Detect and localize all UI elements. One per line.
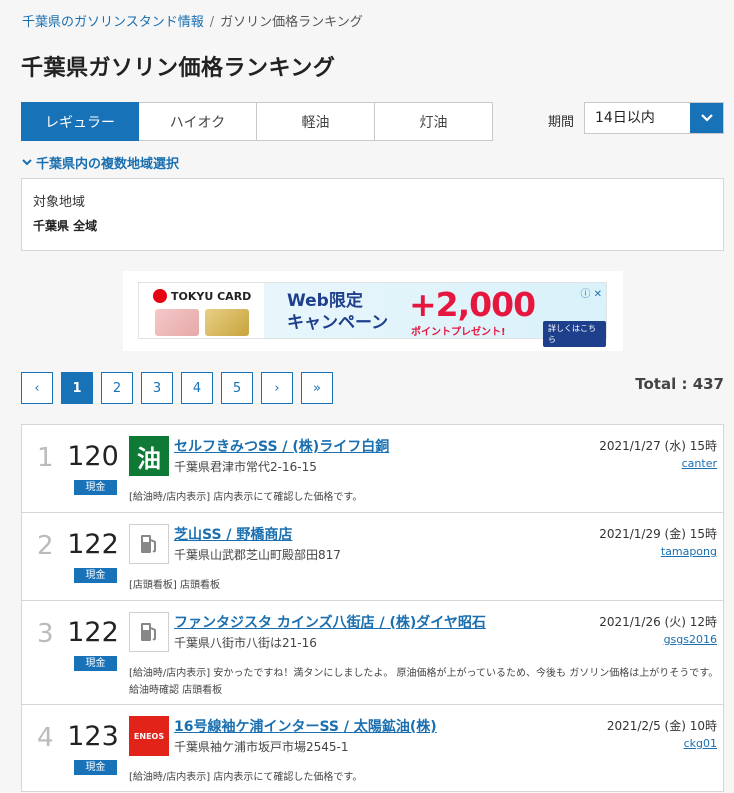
report-date: 2021/1/26 (火) 12時 bbox=[599, 615, 717, 629]
station-address: 千葉県八街市八街は21-16 bbox=[174, 636, 317, 650]
ad-headline-1: Web限定 bbox=[287, 291, 363, 311]
payment-badge: 現金 bbox=[74, 568, 117, 583]
report-date: 2021/2/5 (金) 10時 bbox=[606, 719, 717, 733]
station-ranking-list: 1 120 現金 油 セルフきみつSS / (株)ライフ白銅 千葉県君津市常代2… bbox=[21, 424, 724, 792]
credit-card-icon bbox=[155, 309, 199, 336]
fuel-pump-icon bbox=[129, 524, 169, 564]
price-note: [給油時/店内表示] 店内表示にて確認した価格です。 bbox=[129, 492, 363, 503]
payment-badge: 現金 bbox=[74, 760, 117, 775]
station-name-link[interactable]: 16号線袖ケ浦インターSS / 太陽鉱油(株) bbox=[174, 716, 437, 736]
period-select[interactable]: 14日以内 bbox=[584, 102, 724, 134]
breadcrumb: 千葉県のガソリンスタンド情報 / ガソリン価格ランキング bbox=[22, 11, 363, 30]
price-note: [給油時/店内表示] 安かったですね！満タンにしましたよ。 原油価格が上がってい… bbox=[129, 668, 719, 696]
ad-close-icon[interactable]: ⓘ ✕ bbox=[580, 285, 602, 300]
ad-brand-text: TOKYU CARD bbox=[171, 289, 252, 303]
period-label: 期間 bbox=[548, 115, 575, 130]
price-value: 123 bbox=[67, 721, 119, 752]
price-note: [給油時/店内表示] 店内表示にて確認した価格です。 bbox=[129, 772, 363, 783]
pagination-last-button[interactable]: » bbox=[301, 372, 333, 404]
pagination-next-button[interactable]: › bbox=[261, 372, 293, 404]
station-address: 千葉県袖ケ浦市坂戸市場2545-1 bbox=[174, 740, 349, 754]
pagination-page-4[interactable]: 4 bbox=[181, 372, 213, 404]
tab-kerosene[interactable]: 灯油 bbox=[375, 102, 493, 141]
period-dropdown-button[interactable] bbox=[690, 103, 723, 133]
breadcrumb-current: ガソリン価格ランキング bbox=[220, 15, 363, 30]
pagination-page-2[interactable]: 2 bbox=[101, 372, 133, 404]
payment-badge: 現金 bbox=[74, 656, 117, 671]
station-address: 千葉県山武郡芝山町殿部田817 bbox=[174, 548, 341, 562]
reporter-user-link[interactable]: ckg01 bbox=[684, 737, 717, 750]
rank-number: 3 bbox=[37, 619, 54, 649]
reporter-user-link[interactable]: tamapong bbox=[661, 545, 717, 558]
region-toggle-label: 千葉県内の複数地域選択 bbox=[36, 157, 180, 172]
pagination-page-5[interactable]: 5 bbox=[221, 372, 253, 404]
tab-regular[interactable]: レギュラー bbox=[21, 102, 139, 141]
station-name-link[interactable]: セルフきみつSS / (株)ライフ白銅 bbox=[174, 436, 389, 456]
period-select-value: 14日以内 bbox=[595, 110, 655, 126]
page-title: 千葉県ガソリン価格ランキング bbox=[21, 56, 336, 81]
ad-headline: Web限定 キャンペーン bbox=[287, 290, 388, 334]
tab-high-octane[interactable]: ハイオク bbox=[139, 102, 257, 141]
logo-text: ENEOS bbox=[133, 731, 165, 741]
breadcrumb-separator: / bbox=[209, 15, 215, 30]
region-box: 対象地域 千葉県 全域 bbox=[21, 178, 724, 251]
chevron-down-icon bbox=[22, 159, 32, 166]
ad-detail-button[interactable]: 詳しくはこちら bbox=[543, 321, 606, 347]
fuel-type-tabs: レギュラー ハイオク 軽油 灯油 bbox=[21, 102, 493, 141]
price-value: 120 bbox=[67, 441, 119, 472]
station-name-link[interactable]: 芝山SS / 野橋商店 bbox=[174, 524, 292, 544]
region-box-label: 対象地域 bbox=[33, 195, 86, 210]
region-value: 千葉県 全域 bbox=[33, 219, 98, 233]
report-date: 2021/1/27 (水) 15時 bbox=[599, 439, 717, 453]
tokyu-logo-icon bbox=[153, 289, 167, 303]
fuel-pump-glyph bbox=[141, 623, 156, 641]
reporter-user-link[interactable]: canter bbox=[682, 457, 717, 470]
credit-card-icon bbox=[205, 309, 249, 336]
breadcrumb-link-prefecture[interactable]: 千葉県のガソリンスタンド情報 bbox=[22, 15, 204, 30]
pagination-prev-button[interactable]: ‹ bbox=[21, 372, 53, 404]
ad-present: ポイントプレゼント! bbox=[411, 327, 506, 338]
pagination: ‹ 1 2 3 4 5 › » bbox=[21, 372, 333, 404]
abura-kanji-logo-icon: 油 bbox=[129, 436, 169, 476]
list-item: 4 123 現金 ENEOS 16号線袖ケ浦インターSS / 太陽鉱油(株) 千… bbox=[22, 705, 723, 791]
ad-headline-2: キャンペーン bbox=[287, 313, 389, 333]
price-value: 122 bbox=[67, 529, 119, 560]
list-item: 2 122 現金 芝山SS / 野橋商店 千葉県山武郡芝山町殿部田817 202… bbox=[22, 513, 723, 601]
ad-brand: TOKYU CARD bbox=[153, 289, 251, 303]
eneos-logo-icon: ENEOS bbox=[129, 716, 169, 756]
rank-number: 4 bbox=[37, 723, 54, 753]
station-name-link[interactable]: ファンタジスタ カインズ八街店 / (株)ダイヤ昭石 bbox=[174, 612, 486, 632]
pagination-page-1[interactable]: 1 bbox=[61, 372, 93, 404]
list-item: 3 122 現金 ファンタジスタ カインズ八街店 / (株)ダイヤ昭石 千葉県八… bbox=[22, 601, 723, 705]
fuel-pump-icon bbox=[129, 612, 169, 652]
chevron-down-icon bbox=[700, 114, 713, 122]
rank-number: 2 bbox=[37, 531, 54, 561]
pagination-page-3[interactable]: 3 bbox=[141, 372, 173, 404]
payment-badge: 現金 bbox=[74, 480, 117, 495]
fuel-pump-glyph bbox=[141, 535, 156, 553]
tab-diesel[interactable]: 軽油 bbox=[257, 102, 375, 141]
station-address: 千葉県君津市常代2-16-15 bbox=[174, 460, 317, 474]
ad-banner[interactable]: TOKYU CARD Web限定 キャンペーン +2,000 ポイントプレゼント!… bbox=[123, 271, 623, 351]
logo-text: 油 bbox=[137, 444, 161, 473]
reporter-user-link[interactable]: gsgs2016 bbox=[664, 633, 717, 646]
ad-banner-image[interactable]: TOKYU CARD Web限定 キャンペーン +2,000 ポイントプレゼント!… bbox=[138, 282, 607, 347]
total-count: Total : 437 bbox=[635, 375, 724, 393]
list-item: 1 120 現金 油 セルフきみつSS / (株)ライフ白銅 千葉県君津市常代2… bbox=[22, 425, 723, 513]
price-note: [店頭看板] 店頭看板 bbox=[129, 580, 220, 591]
region-multi-select-toggle[interactable]: 千葉県内の複数地域選択 bbox=[22, 153, 179, 172]
ad-amount: +2,000 bbox=[409, 285, 536, 324]
rank-number: 1 bbox=[37, 443, 54, 473]
report-date: 2021/1/29 (金) 15時 bbox=[599, 527, 717, 541]
price-value: 122 bbox=[67, 617, 119, 648]
